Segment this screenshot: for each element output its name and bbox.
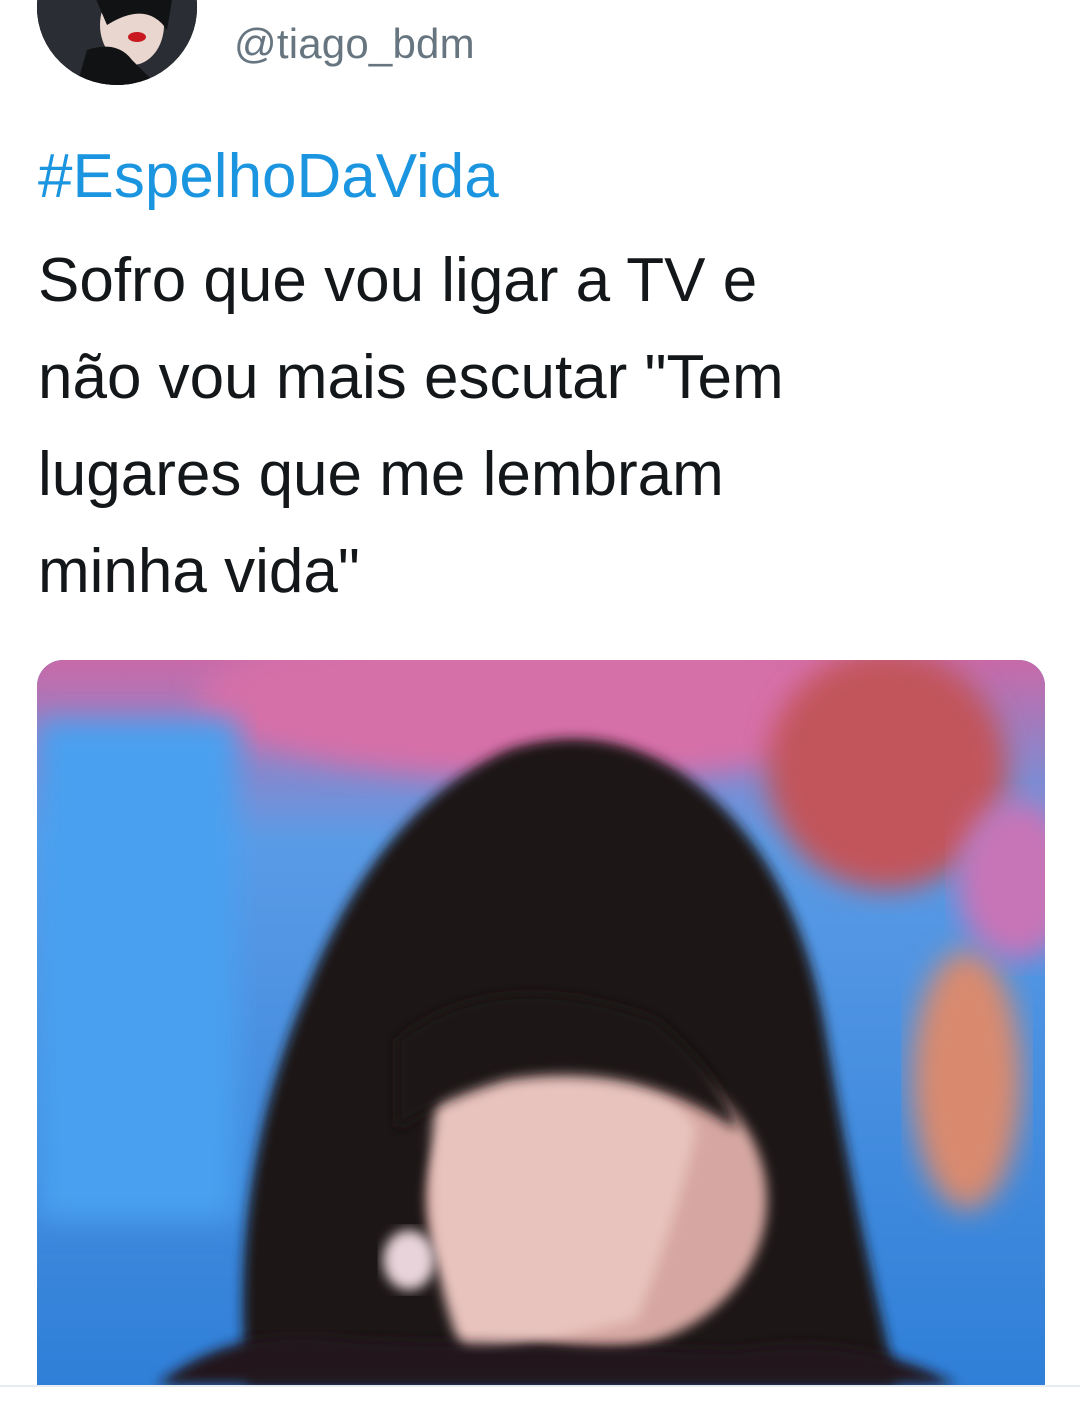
tweet-card: @tiago_bdm #EspelhoDaVida Sofro que vou … bbox=[0, 0, 1080, 1412]
tweet-media-photo[interactable] bbox=[37, 660, 1045, 1385]
tweet-text-line: não vou mais escutar "Tem bbox=[38, 343, 784, 412]
tweet-text-line: Sofro que vou ligar a TV e bbox=[38, 246, 758, 315]
tweet-text-line: minha vida" bbox=[38, 537, 360, 606]
divider bbox=[0, 1385, 1080, 1387]
photo-woman-covering-face bbox=[37, 660, 1045, 1385]
tweet-text-line: lugares que me lembram bbox=[38, 440, 724, 509]
avatar[interactable] bbox=[37, 0, 197, 85]
tweet-text: Sofro que vou ligar a TV e não vou mais … bbox=[38, 232, 1038, 620]
avatar-image bbox=[37, 0, 197, 85]
user-handle[interactable]: @tiago_bdm bbox=[234, 20, 475, 68]
hashtag-link[interactable]: #EspelhoDaVida bbox=[38, 140, 499, 214]
